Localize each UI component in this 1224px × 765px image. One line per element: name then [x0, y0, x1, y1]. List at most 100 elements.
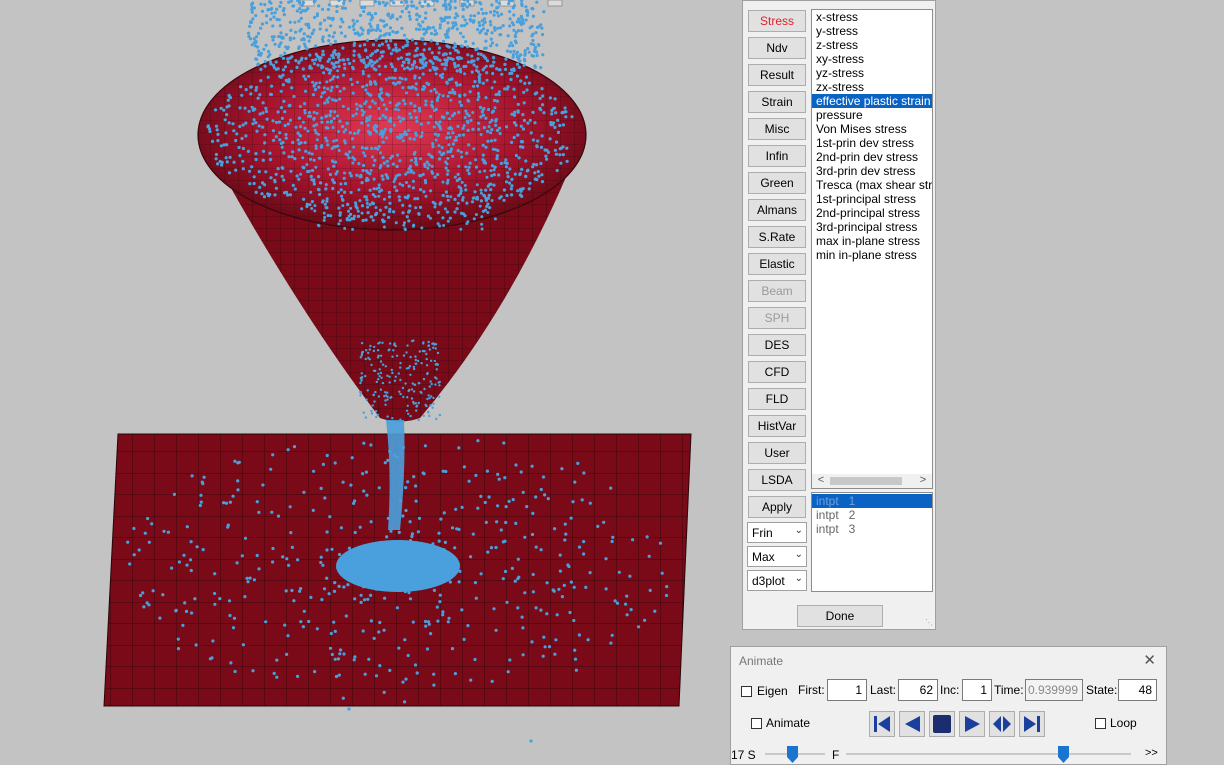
particle: [325, 576, 329, 580]
particle: [255, 85, 259, 90]
scroll-right-icon[interactable]: >: [916, 474, 930, 486]
particle: [446, 94, 450, 98]
particle: [274, 120, 279, 124]
component-item[interactable]: x-stress: [812, 10, 932, 24]
particle: [495, 11, 499, 15]
category-button-user[interactable]: User: [748, 442, 806, 464]
last-input[interactable]: 62: [898, 679, 938, 701]
category-button-elastic[interactable]: Elastic: [748, 253, 806, 275]
particle: [443, 207, 447, 211]
inc-input[interactable]: 1: [962, 679, 992, 701]
integration-point-list[interactable]: intpt 1 intpt 2 intpt 3: [811, 492, 933, 592]
frame-slider-track[interactable]: [846, 753, 1131, 755]
component-item[interactable]: yz-stress: [812, 66, 932, 80]
scroll-left-icon[interactable]: <: [814, 474, 828, 486]
loop-checkbox[interactable]: [1095, 718, 1106, 729]
particle: [495, 154, 499, 158]
particle: [368, 29, 372, 33]
category-button-stress[interactable]: Stress: [748, 10, 806, 32]
horizontal-scrollbar[interactable]: < >: [812, 474, 932, 488]
particle: [322, 86, 326, 90]
component-list[interactable]: x-stress y-stress z-stress xy-stress yz-stre…: [811, 9, 933, 489]
component-item[interactable]: Tresca (max shear stress): [812, 178, 932, 192]
category-button-misc[interactable]: Misc: [748, 118, 806, 140]
more-button[interactable]: >>: [1145, 747, 1158, 759]
particle: [413, 150, 417, 154]
particle: [377, 630, 381, 634]
particle: [392, 349, 395, 352]
scrollbar-thumb[interactable]: [830, 477, 902, 485]
particle: [226, 98, 230, 102]
particle: [461, 198, 465, 202]
component-item[interactable]: 2nd-principal stress: [812, 206, 932, 220]
animate-checkbox[interactable]: [751, 718, 762, 729]
category-button-cfd[interactable]: CFD: [748, 361, 806, 383]
component-item[interactable]: 3rd-prin dev stress: [812, 164, 932, 178]
particle: [413, 86, 417, 90]
stop-button[interactable]: [929, 711, 955, 737]
category-button-des[interactable]: DES: [748, 334, 806, 356]
component-item[interactable]: max in-plane stress: [812, 234, 932, 248]
particle: [250, 105, 254, 109]
component-item[interactable]: 3rd-principal stress: [812, 220, 932, 234]
last-frame-button[interactable]: [1019, 711, 1045, 737]
state-input[interactable]: 48: [1118, 679, 1157, 701]
3d-viewport[interactable]: [0, 0, 740, 765]
category-button-infin[interactable]: Infin: [748, 145, 806, 167]
component-item[interactable]: xy-stress: [812, 52, 932, 66]
particle: [387, 190, 391, 195]
particle: [268, 0, 272, 4]
component-item[interactable]: y-stress: [812, 24, 932, 38]
close-icon[interactable]: ✕: [1143, 651, 1156, 669]
step-back-button[interactable]: [899, 711, 925, 737]
done-button[interactable]: Done: [797, 605, 883, 627]
category-button-green[interactable]: Green: [748, 172, 806, 194]
category-button-fld[interactable]: FLD: [748, 388, 806, 410]
max-min-select[interactable]: Max ⌄: [747, 546, 807, 567]
play-button[interactable]: [959, 711, 985, 737]
component-item[interactable]: pressure: [812, 108, 932, 122]
fringe-mode-select[interactable]: Frin ⌄: [747, 522, 807, 543]
particle: [272, 15, 276, 19]
particle: [360, 181, 364, 185]
particle: [409, 115, 413, 119]
component-item[interactable]: 1st-principal stress: [812, 192, 932, 206]
category-button-s-rate[interactable]: S.Rate: [748, 226, 806, 248]
component-item[interactable]: zx-stress: [812, 80, 932, 94]
database-select[interactable]: d3plot ⌄: [747, 570, 807, 591]
category-button-ndv[interactable]: Ndv: [748, 37, 806, 59]
component-item[interactable]: effective plastic strain: [812, 94, 932, 108]
first-input[interactable]: 1: [827, 679, 867, 701]
speed-slider-thumb[interactable]: [787, 746, 798, 763]
component-item[interactable]: 2nd-prin dev stress: [812, 150, 932, 164]
intpt-item[interactable]: intpt 3: [812, 522, 932, 536]
particle: [453, 546, 457, 550]
particle: [490, 174, 494, 178]
particle: [277, 34, 281, 39]
category-button-strain[interactable]: Strain: [748, 91, 806, 113]
component-item[interactable]: Von Mises stress: [812, 122, 932, 136]
category-button-lsda[interactable]: LSDA: [748, 469, 806, 491]
category-button-result[interactable]: Result: [748, 64, 806, 86]
intpt-item[interactable]: intpt 1: [812, 494, 932, 508]
bounce-button[interactable]: [989, 711, 1015, 737]
particle: [625, 594, 629, 598]
resize-grip-icon[interactable]: ⋱: [925, 618, 933, 627]
component-item[interactable]: 1st-prin dev stress: [812, 136, 932, 150]
particle: [443, 0, 447, 2]
eigen-checkbox[interactable]: [741, 686, 752, 697]
intpt-item[interactable]: intpt 2: [812, 508, 932, 522]
particle: [331, 16, 335, 20]
particle: [314, 87, 317, 91]
particle: [425, 160, 429, 164]
frame-slider-thumb[interactable]: [1057, 746, 1069, 763]
first-frame-button[interactable]: [869, 711, 895, 737]
category-button-apply[interactable]: Apply: [748, 496, 806, 518]
category-button-histvar[interactable]: HistVar: [748, 415, 806, 437]
particle: [495, 520, 499, 524]
component-item[interactable]: z-stress: [812, 38, 932, 52]
component-item[interactable]: min in-plane stress: [812, 248, 932, 262]
particle: [577, 633, 582, 637]
category-button-almans[interactable]: Almans: [748, 199, 806, 221]
particle: [435, 605, 439, 609]
